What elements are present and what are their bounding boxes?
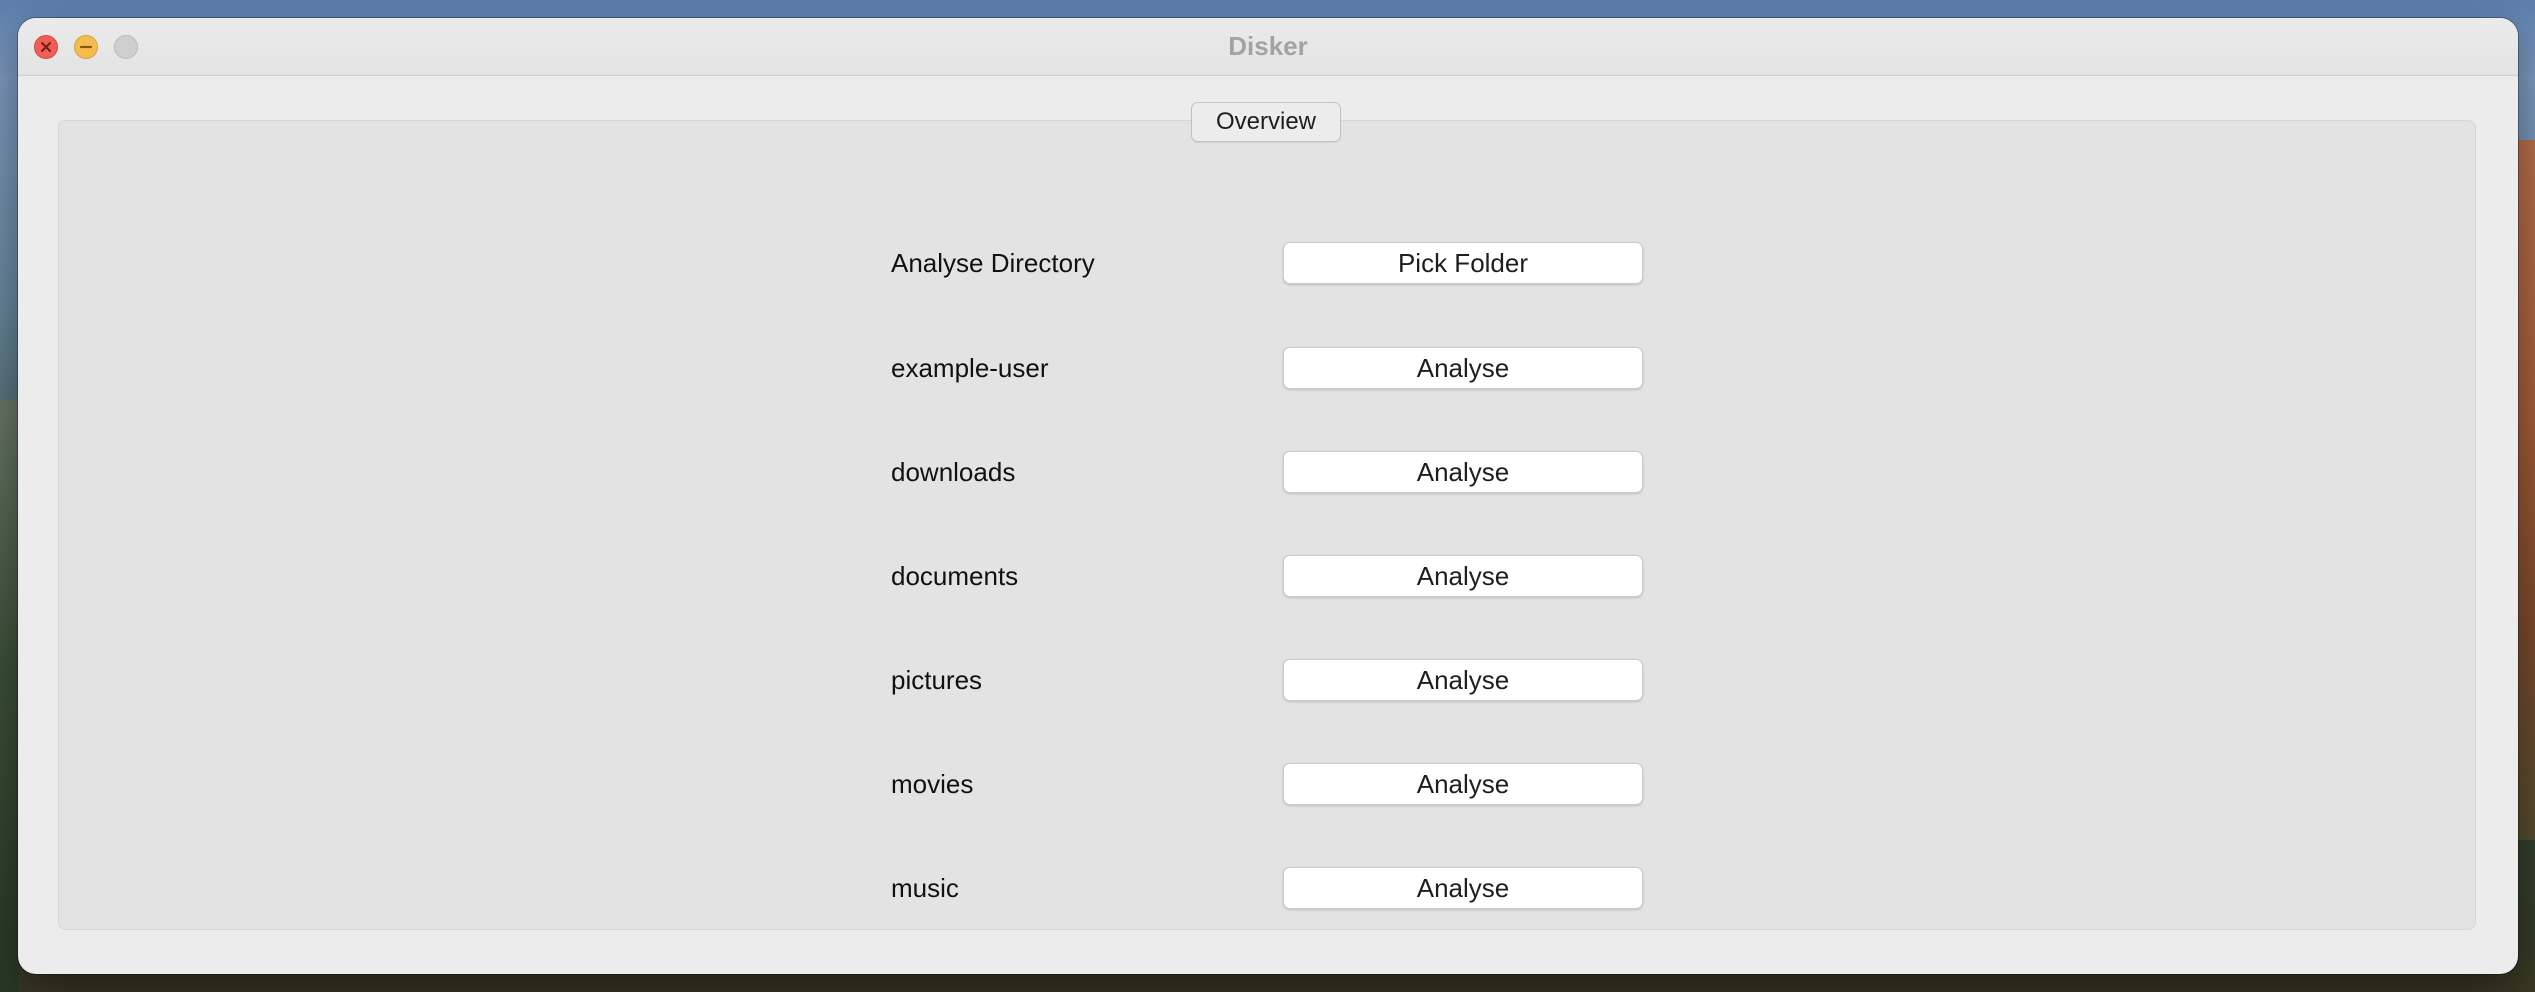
folder-label-downloads: downloads xyxy=(891,457,1016,487)
folder-label-pictures: pictures xyxy=(891,665,983,695)
title-bar[interactable]: Disker xyxy=(18,18,2518,76)
folder-label-movies: movies xyxy=(891,769,974,799)
folder-label-example-user: example-user xyxy=(891,353,1049,383)
analyse-button-music[interactable]: Analyse xyxy=(1283,867,1643,909)
close-icon xyxy=(41,42,51,52)
zoom-window-button[interactable] xyxy=(114,35,138,59)
tab-overview[interactable]: Overview xyxy=(1191,102,1341,142)
analyse-button-pictures[interactable]: Analyse xyxy=(1283,659,1643,701)
analyse-button-example-user[interactable]: Analyse xyxy=(1283,347,1643,389)
minimize-window-button[interactable] xyxy=(74,35,98,59)
folder-label-music: music xyxy=(891,873,959,903)
analyse-button-documents[interactable]: Analyse xyxy=(1283,555,1643,597)
window-title: Disker xyxy=(1228,31,1308,61)
analyse-button-downloads[interactable]: Analyse xyxy=(1283,451,1643,493)
minimize-icon xyxy=(79,45,93,49)
overview-panel xyxy=(58,120,2476,930)
analyse-button-movies[interactable]: Analyse xyxy=(1283,763,1643,805)
pick-folder-button[interactable]: Pick Folder xyxy=(1283,242,1643,284)
close-window-button[interactable] xyxy=(34,35,58,59)
folder-label-documents: documents xyxy=(891,561,1019,591)
app-window: Disker Overview Analyse Directory Pick F… xyxy=(18,18,2518,974)
analyse-directory-label: Analyse Directory xyxy=(891,248,1095,278)
